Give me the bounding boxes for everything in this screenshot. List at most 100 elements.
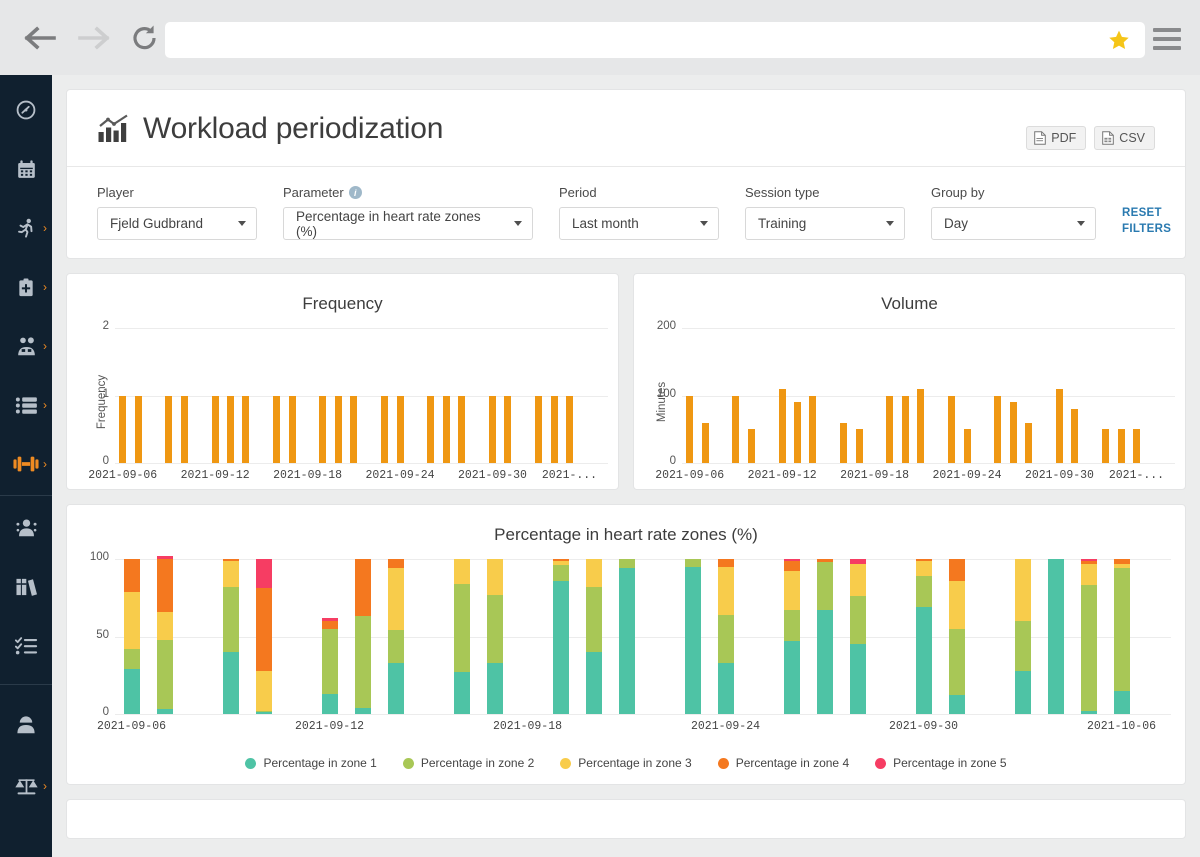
chart-bar[interactable]: [783, 571, 800, 611]
chart-bar[interactable]: [119, 395, 127, 463]
chart-bar[interactable]: [350, 395, 358, 463]
chart-bar[interactable]: [809, 395, 817, 463]
chart-bar[interactable]: [222, 586, 239, 652]
chart-bar[interactable]: [354, 559, 371, 617]
forward-button[interactable]: [70, 17, 116, 59]
chart-bar[interactable]: [915, 607, 932, 714]
chart-bar[interactable]: [901, 395, 909, 463]
sidebar-item-tests[interactable]: ›: [0, 384, 52, 426]
chart-bar[interactable]: [453, 583, 470, 673]
chart-bar[interactable]: [618, 559, 635, 569]
browser-menu-button[interactable]: [1153, 28, 1181, 50]
chart-bar[interactable]: [255, 588, 272, 671]
chart-bar[interactable]: [288, 395, 296, 463]
export-csv-button[interactable]: CSV: [1094, 126, 1155, 150]
url-bar[interactable]: [165, 22, 1145, 58]
player-select[interactable]: Fjeld Gudbrand: [97, 207, 257, 240]
chart-bar[interactable]: [585, 652, 602, 714]
chart-bar[interactable]: [1080, 560, 1097, 564]
chart-bar[interactable]: [453, 559, 470, 584]
chart-bar[interactable]: [1113, 568, 1130, 691]
sidebar-item-checklist[interactable]: [0, 624, 52, 666]
chart-bar[interactable]: [319, 395, 327, 463]
chart-bar[interactable]: [387, 630, 404, 663]
chart-bar[interactable]: [442, 395, 450, 463]
chart-bar[interactable]: [747, 429, 755, 463]
chart-bar[interactable]: [948, 695, 965, 714]
legend-item[interactable]: Percentage in zone 2: [402, 756, 534, 770]
chart-bar[interactable]: [684, 559, 701, 567]
back-button[interactable]: [18, 17, 64, 59]
sidebar-item-calendar[interactable]: [0, 148, 52, 190]
group-by-select[interactable]: Day: [931, 207, 1096, 240]
chart-bar[interactable]: [123, 669, 140, 714]
sidebar-item-library[interactable]: [0, 565, 52, 607]
chart-bar[interactable]: [816, 562, 833, 611]
chart-bar[interactable]: [255, 712, 272, 714]
chart-bar[interactable]: [552, 560, 569, 566]
chart-bar[interactable]: [816, 610, 833, 714]
chart-bar[interactable]: [156, 559, 173, 612]
chart-bar[interactable]: [396, 395, 404, 463]
chart-bar[interactable]: [1014, 621, 1031, 671]
chart-bar[interactable]: [1014, 559, 1031, 621]
chart-bar[interactable]: [585, 586, 602, 652]
chart-bar[interactable]: [783, 559, 800, 561]
reload-button[interactable]: [122, 17, 168, 59]
chart-bar[interactable]: [948, 559, 965, 581]
chart-bar[interactable]: [1117, 429, 1125, 463]
chart-bar[interactable]: [1080, 585, 1097, 711]
chart-bar[interactable]: [273, 395, 281, 463]
sidebar-item-compare[interactable]: ›: [0, 765, 52, 807]
chart-bar[interactable]: [565, 395, 573, 463]
chart-bar[interactable]: [1014, 670, 1031, 714]
chart-bar[interactable]: [816, 559, 833, 563]
chart-bar[interactable]: [255, 559, 272, 589]
chart-bar[interactable]: [180, 395, 188, 463]
chart-bar[interactable]: [321, 693, 338, 714]
chart-bar[interactable]: [1080, 559, 1097, 561]
export-pdf-button[interactable]: PDF: [1026, 126, 1087, 150]
sidebar-item-athletes[interactable]: ›: [0, 207, 52, 249]
chart-bar[interactable]: [1113, 690, 1130, 714]
bookmark-button[interactable]: [1107, 28, 1145, 52]
chart-bar[interactable]: [1102, 429, 1110, 463]
chart-bar[interactable]: [1009, 402, 1017, 463]
chart-bar[interactable]: [783, 560, 800, 572]
chart-bar[interactable]: [585, 559, 602, 587]
chart-bar[interactable]: [849, 559, 866, 564]
chart-bar[interactable]: [134, 395, 142, 463]
chart-bar[interactable]: [156, 709, 173, 714]
chart-bar[interactable]: [504, 395, 512, 463]
chart-bar[interactable]: [1113, 559, 1130, 564]
chart-bar[interactable]: [948, 628, 965, 696]
chart-bar[interactable]: [156, 555, 173, 559]
chart-bar[interactable]: [535, 395, 543, 463]
chart-bar[interactable]: [717, 614, 734, 663]
chart-bar[interactable]: [255, 710, 272, 713]
chart-bar[interactable]: [886, 395, 894, 463]
chart-bar[interactable]: [1080, 563, 1097, 586]
chart-bar[interactable]: [717, 662, 734, 714]
chart-bar[interactable]: [255, 670, 272, 711]
chart-bar[interactable]: [794, 402, 802, 463]
chart-bar[interactable]: [1080, 710, 1097, 714]
chart-bar[interactable]: [1113, 563, 1130, 569]
chart-bar[interactable]: [486, 594, 503, 663]
chart-bar[interactable]: [552, 565, 569, 581]
chart-bar[interactable]: [915, 576, 932, 608]
chart-bar[interactable]: [156, 639, 173, 710]
reset-filters-button[interactable]: RESET FILTERS: [1122, 206, 1171, 237]
chart-bar[interactable]: [840, 422, 848, 463]
chart-bar[interactable]: [387, 662, 404, 714]
chart-bar[interactable]: [994, 395, 1002, 463]
chart-bar[interactable]: [686, 395, 694, 463]
chart-bar[interactable]: [354, 707, 371, 714]
chart-bar[interactable]: [778, 388, 786, 463]
chart-bar[interactable]: [948, 580, 965, 629]
chart-bar[interactable]: [334, 395, 342, 463]
chart-bar[interactable]: [381, 395, 389, 463]
chart-bar[interactable]: [222, 559, 239, 561]
chart-bar[interactable]: [917, 388, 925, 463]
chart-bar[interactable]: [123, 591, 140, 649]
